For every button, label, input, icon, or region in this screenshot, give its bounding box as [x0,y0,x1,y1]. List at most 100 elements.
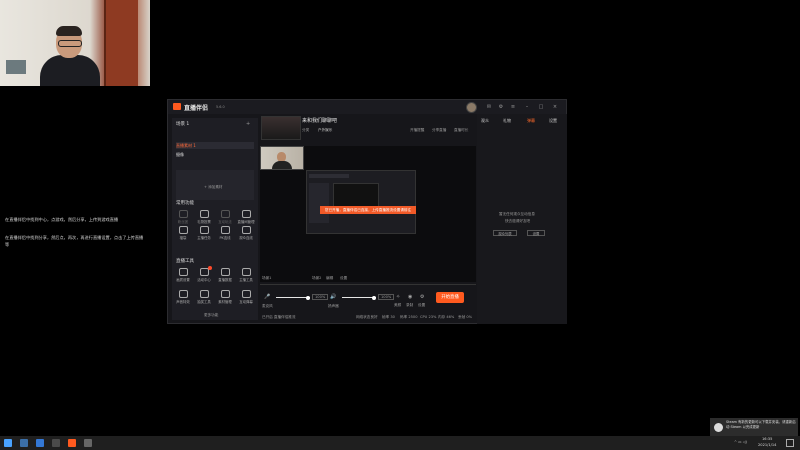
overlay-banner[interactable]: 您已开播，直播伴侣已连接，上传直播推流设置请前往 [320,206,416,214]
toggle-settings[interactable]: 设置 [418,303,425,308]
category-value[interactable]: 户外娱乐 [318,128,332,133]
tool-label: 观众连线 [239,236,253,240]
tool-quality[interactable]: 画质设置 [174,268,192,282]
gift-vote-icon [199,210,209,218]
scene-item-2[interactable]: 摄像 [176,151,254,158]
tab-danmaku[interactable]: 弹幕 [527,118,535,124]
go-live-button[interactable]: 开始直播 [436,292,464,303]
camera-preview[interactable] [260,146,304,170]
speaker-value[interactable]: 100% [378,294,395,300]
nested-screen-capture [306,170,416,234]
explorer-icon[interactable] [52,439,60,447]
scene-control-settings[interactable]: 设置 [340,276,347,281]
stat-duration: 直播时长 [454,128,469,132]
stat-share[interactable]: 分享直播 [432,128,446,133]
webcam-overlay [0,0,150,86]
webcam-shelf [6,60,26,74]
toast-notification[interactable]: Steam 有新的更新可以下载并安装，请重新启动 Steam 以完成更新 [710,418,798,436]
empty-text-2: 快去邀请好友吧 [505,219,531,223]
tool-audience-link[interactable]: 观众连线 [237,226,255,240]
app-icon[interactable] [84,439,92,447]
audience-list-button[interactable]: 观众列表 [493,230,517,236]
nested-left-panel [309,183,329,223]
speaker-slider[interactable] [342,295,376,300]
tool-sound[interactable]: 声音特效 [174,290,192,304]
tool-label: 素材管理 [218,300,232,304]
right-settings-button[interactable]: 设置 [527,230,545,236]
tool-anchor[interactable]: 主播工具 [237,268,255,282]
record-icon[interactable]: ◉ [408,294,412,300]
clock-time[interactable]: 16:35 [762,437,772,441]
tray-icons[interactable]: ^ ▭ ◁) [734,440,747,444]
danmaku-icon [241,290,251,298]
mic-slider-knob[interactable] [306,295,310,300]
tool-label: 粉丝团 [177,220,189,224]
add-scene-icon[interactable]: + [246,121,250,127]
section-common-title: 常用功能 [176,201,194,206]
maximize-icon[interactable]: □ [538,104,544,110]
tool-room-manage[interactable]: 直播间管理 [237,210,255,224]
user-avatar[interactable] [466,102,477,113]
edge-icon[interactable] [36,439,44,447]
stream-title[interactable]: 来和我们聊聊吧 [302,117,337,124]
settings-icon[interactable]: ⚙ [498,104,504,110]
mic-slider[interactable] [276,295,310,300]
divider [260,284,476,285]
speaker-label: 扬声器 [328,304,339,308]
activity-icon [199,268,209,276]
quality-icon [178,268,188,276]
pk-icon [220,226,230,234]
menu-icon[interactable]: ≡ [510,104,516,110]
scene-control-1[interactable]: 场景1 [262,276,271,281]
minimize-icon[interactable]: – [524,104,530,110]
fans-icon [178,210,188,218]
message-icon[interactable]: ✉ [486,104,492,110]
steam-toast-icon [714,423,723,432]
stream-cover-thumbnail[interactable] [261,116,301,140]
tool-activity[interactable]: 活动中心 [195,266,213,282]
category-label: 分类 [302,128,310,132]
beauty-icon[interactable]: ✧ [396,294,400,300]
tool-material[interactable]: 素材管理 [216,290,234,304]
steam-icon[interactable] [20,439,28,447]
preview-area[interactable]: 您已开播，直播伴侣已连接，上传直播推流设置请前往 [260,146,476,282]
more-tools-link[interactable]: 更多功能 [204,313,218,318]
scene-title[interactable]: 场景 1 [176,121,189,127]
scene-control-edit[interactable]: 编辑 [326,276,333,281]
clock-date[interactable]: 2021/1/14 [758,443,776,447]
tool-fans[interactable]: 粉丝团 [174,210,192,224]
mic-value[interactable]: 100% [312,294,329,300]
add-source-button[interactable]: + 添加素材 [204,185,223,190]
left-panel: 场景 1 + 直播素材 1 摄像 + 添加素材 常用功能 粉丝团 礼物投票 互动… [172,118,258,320]
tool-task[interactable]: 主播任务 [195,226,213,240]
tool-lucky-bag[interactable]: 福袋 [174,226,192,240]
tool-lottery[interactable]: 抽奖工具 [195,290,213,304]
scene-control-2[interactable]: 场景2 [312,276,321,281]
mic-icon[interactable]: 🎤 [264,294,270,300]
tab-audience[interactable]: 观众 [481,118,489,124]
livestream-app-icon[interactable] [68,439,76,447]
toggle-record[interactable]: 录制 [406,303,413,308]
tool-interact[interactable]: 互动玩法 [216,210,234,224]
tool-danmaku[interactable]: 互动弹幕 [237,290,255,304]
start-icon[interactable] [4,439,12,447]
app-window: 直播伴侣 5.6.0 ✉ ⚙ ≡ – □ × 场景 1 + 直播素材 1 摄像 … [167,99,567,324]
settings-gear-icon[interactable]: ⚙ [420,294,424,300]
tool-pk[interactable]: PK连线 [216,226,234,240]
speaker-icon[interactable]: 🔊 [330,294,336,300]
room-manage-icon [241,210,251,218]
tool-data[interactable]: 直播数据 [216,268,234,282]
tool-label: 福袋 [179,236,187,240]
tool-label: 活动中心 [197,278,211,282]
tab-settings[interactable]: 设置 [549,118,557,124]
scene-item-1[interactable]: 直播素材 1 [176,142,254,149]
status-cpu: CPU 23% [420,315,437,319]
tab-gift[interactable]: 礼物 [503,118,511,124]
tool-gift-vote[interactable]: 礼物投票 [195,210,213,224]
scene-item-label: 直播素材 1 [176,143,196,148]
stat-reminder[interactable]: 开播提醒 [410,128,424,133]
toggle-beauty[interactable]: 美颜 [394,303,401,308]
speaker-slider-knob[interactable] [372,295,376,300]
notification-center-icon[interactable] [786,439,794,447]
close-icon[interactable]: × [552,104,558,110]
